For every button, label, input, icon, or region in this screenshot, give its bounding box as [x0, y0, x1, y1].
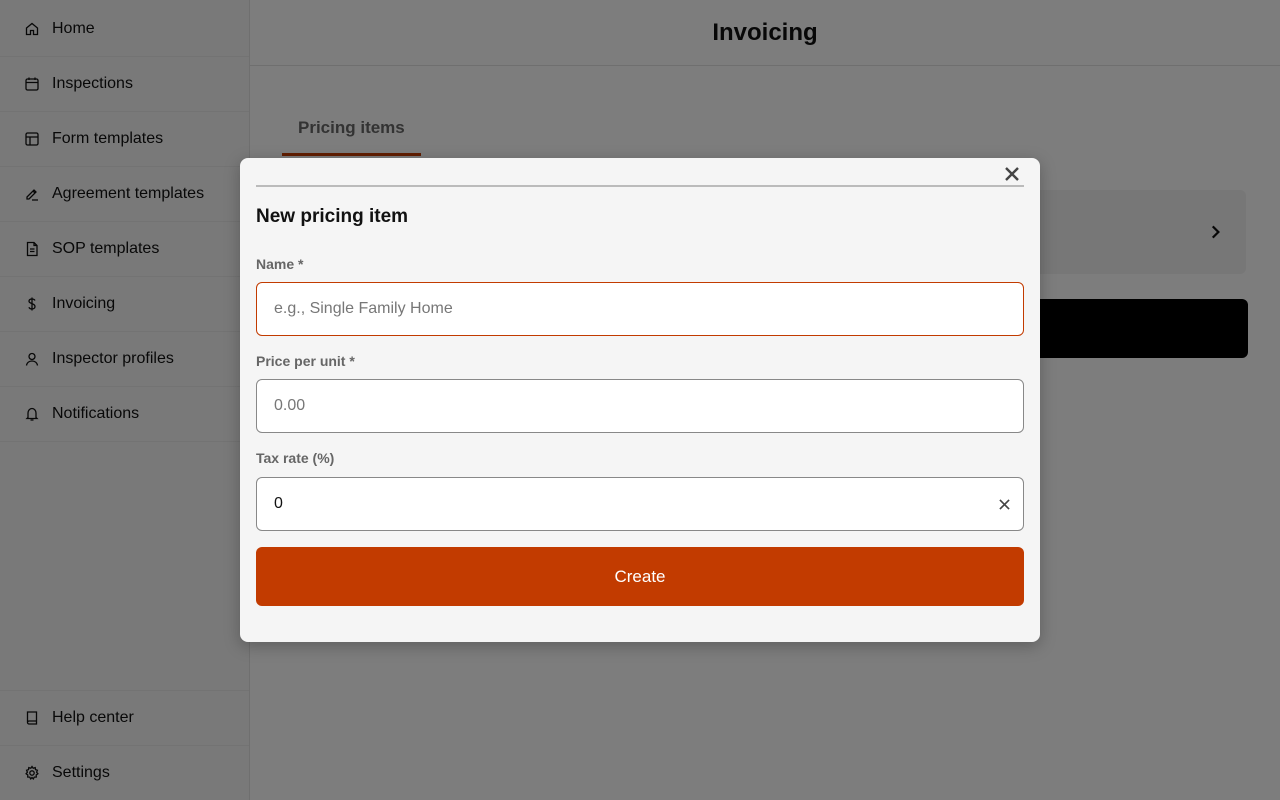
- price-field-wrapper: [256, 379, 1024, 433]
- price-input[interactable]: [274, 397, 1023, 415]
- modal-divider: [256, 185, 1024, 187]
- tax-rate-input[interactable]: [274, 495, 1023, 513]
- create-button[interactable]: Create: [256, 547, 1024, 606]
- app-root: Home Inspections Form templates Agreemen…: [0, 0, 1280, 800]
- name-input[interactable]: [274, 300, 1023, 318]
- tax-rate-label: Tax rate (%): [256, 450, 335, 466]
- name-field-wrapper: [256, 282, 1024, 336]
- modal-title: New pricing item: [256, 206, 409, 227]
- close-icon: [1005, 167, 1019, 181]
- clear-button[interactable]: [995, 495, 1013, 513]
- new-pricing-item-dialog: New pricing item Name * Price per unit *…: [240, 158, 1040, 642]
- tax-rate-field-wrapper: [256, 477, 1024, 531]
- close-button[interactable]: [1002, 164, 1022, 184]
- price-label: Price per unit *: [256, 353, 355, 369]
- name-label: Name *: [256, 256, 304, 272]
- clear-icon: [998, 498, 1010, 510]
